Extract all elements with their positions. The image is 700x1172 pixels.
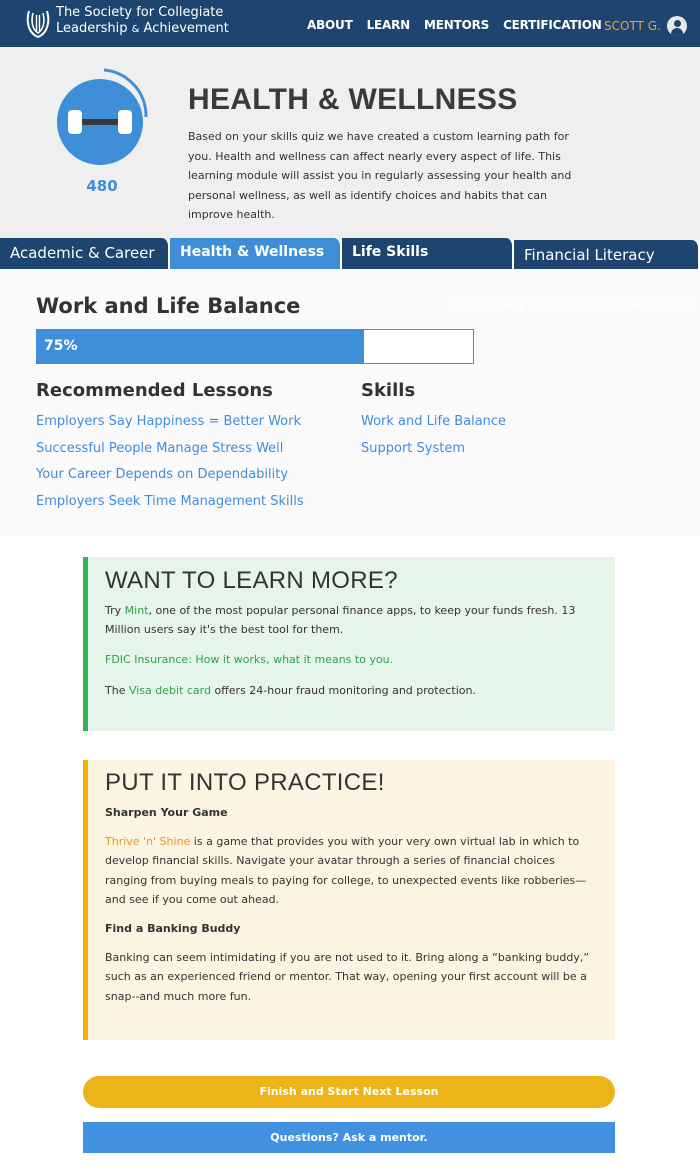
thrive-shine-link[interactable]: Thrive 'n' Shine — [105, 835, 190, 848]
page-title: HEALTH & WELLNESS — [188, 83, 518, 116]
list-item: Your Career Depends on Dependability — [36, 463, 304, 490]
practice-subheading-1: Sharpen Your Game — [105, 806, 228, 819]
lesson-link[interactable]: Employers Say Happiness = Better Work — [36, 414, 301, 429]
org-name-line2: Leadership & Achievement — [56, 21, 229, 36]
top-nav-bar: The Society for Collegiate Leadership & … — [0, 0, 700, 47]
tab-financial-literacy[interactable]: Financial Literacy — [514, 240, 700, 269]
mint-link[interactable]: Mint — [125, 604, 149, 617]
society-logo-icon[interactable] — [25, 7, 51, 39]
practice-para-2: Banking can seem intimidating if you are… — [105, 951, 590, 1003]
fdic-link[interactable]: FDIC Insurance: How it works, what it me… — [105, 653, 393, 666]
module-description: Based on your skills quiz we have create… — [188, 130, 572, 222]
org-name-line1: The Society for Collegiate — [56, 5, 224, 20]
skill-title: Work and Life Balance — [36, 294, 301, 318]
user-name[interactable]: SCOTT G. — [604, 19, 661, 33]
dumbbell-icon — [57, 68, 148, 165]
ask-mentor-button[interactable]: Questions? Ask a mentor. — [83, 1122, 615, 1153]
progress-fill: 75% — [37, 330, 364, 363]
practice-subheading-2: Find a Banking Buddy — [105, 922, 241, 936]
nav-mentors[interactable]: MENTORS — [424, 18, 489, 32]
list-item: Successful People Manage Stress Well — [36, 437, 304, 464]
lesson-link[interactable]: Your Career Depends on Dependability — [36, 467, 288, 482]
practice-para-1: Thrive 'n' Shine is a game that provides… — [105, 835, 587, 906]
learn-more-para-3: The Visa debit card offers 24-hour fraud… — [105, 683, 476, 697]
tab-academic-career[interactable]: Academic & Career — [0, 238, 170, 269]
learn-more-para-1: Try Mint, one of the most popular person… — [105, 604, 576, 637]
skill-progress-bar: 75% — [36, 329, 474, 364]
skill-panel: Work and Life Balance Privacy Policy | T… — [0, 269, 700, 536]
skill-link[interactable]: Work and Life Balance — [361, 414, 506, 429]
user-menu[interactable]: SCOTT G. — [604, 16, 687, 36]
learn-more-title: WANT TO LEARN MORE? — [105, 567, 398, 594]
tab-life-skills[interactable]: Life Skills — [342, 238, 514, 269]
avatar-icon[interactable] — [666, 16, 687, 36]
list-item: Support System — [361, 437, 506, 464]
nav-about[interactable]: ABOUT — [307, 18, 353, 32]
main-nav: ABOUT LEARN MENTORS CERTIFICATION — [307, 18, 602, 32]
footer-links-ghost: Privacy Policy | Terms of Use | Contact … — [450, 299, 692, 312]
category-tabs: Academic & Career Health & Wellness Life… — [0, 238, 700, 269]
skill-link[interactable]: Support System — [361, 441, 465, 456]
list-item: Employers Say Happiness = Better Work — [36, 410, 304, 437]
learn-more-para-2: FDIC Insurance: How it works, what it me… — [105, 650, 600, 669]
lesson-link[interactable]: Successful People Manage Stress Well — [36, 441, 283, 456]
learn-more-box: WANT TO LEARN MORE? Try Mint, one of the… — [83, 557, 615, 731]
practice-title: PUT IT INTO PRACTICE! — [105, 769, 385, 796]
skill-list: Work and Life Balance Support System — [361, 410, 506, 463]
finish-lesson-button[interactable]: Finish and Start Next Lesson — [83, 1076, 615, 1108]
nav-learn[interactable]: LEARN — [367, 18, 411, 32]
tab-health-wellness[interactable]: Health & Wellness — [170, 238, 342, 269]
module-hero: 480 HEALTH & WELLNESS Based on your skil… — [0, 47, 700, 240]
nav-certification[interactable]: CERTIFICATION — [503, 18, 602, 32]
org-name[interactable]: The Society for Collegiate Leadership & … — [56, 5, 229, 38]
list-item: Work and Life Balance — [361, 410, 506, 437]
lesson-link[interactable]: Employers Seek Time Management Skills — [36, 494, 304, 509]
visa-link[interactable]: Visa debit card — [129, 684, 211, 697]
lessons-heading: Recommended Lessons — [36, 380, 273, 401]
list-item: Employers Seek Time Management Skills — [36, 490, 304, 517]
lesson-list: Employers Say Happiness = Better Work Su… — [36, 410, 304, 517]
practice-box: PUT IT INTO PRACTICE! Sharpen Your Game … — [83, 760, 615, 1040]
module-score: 480 — [86, 177, 118, 195]
skills-heading: Skills — [361, 380, 416, 401]
